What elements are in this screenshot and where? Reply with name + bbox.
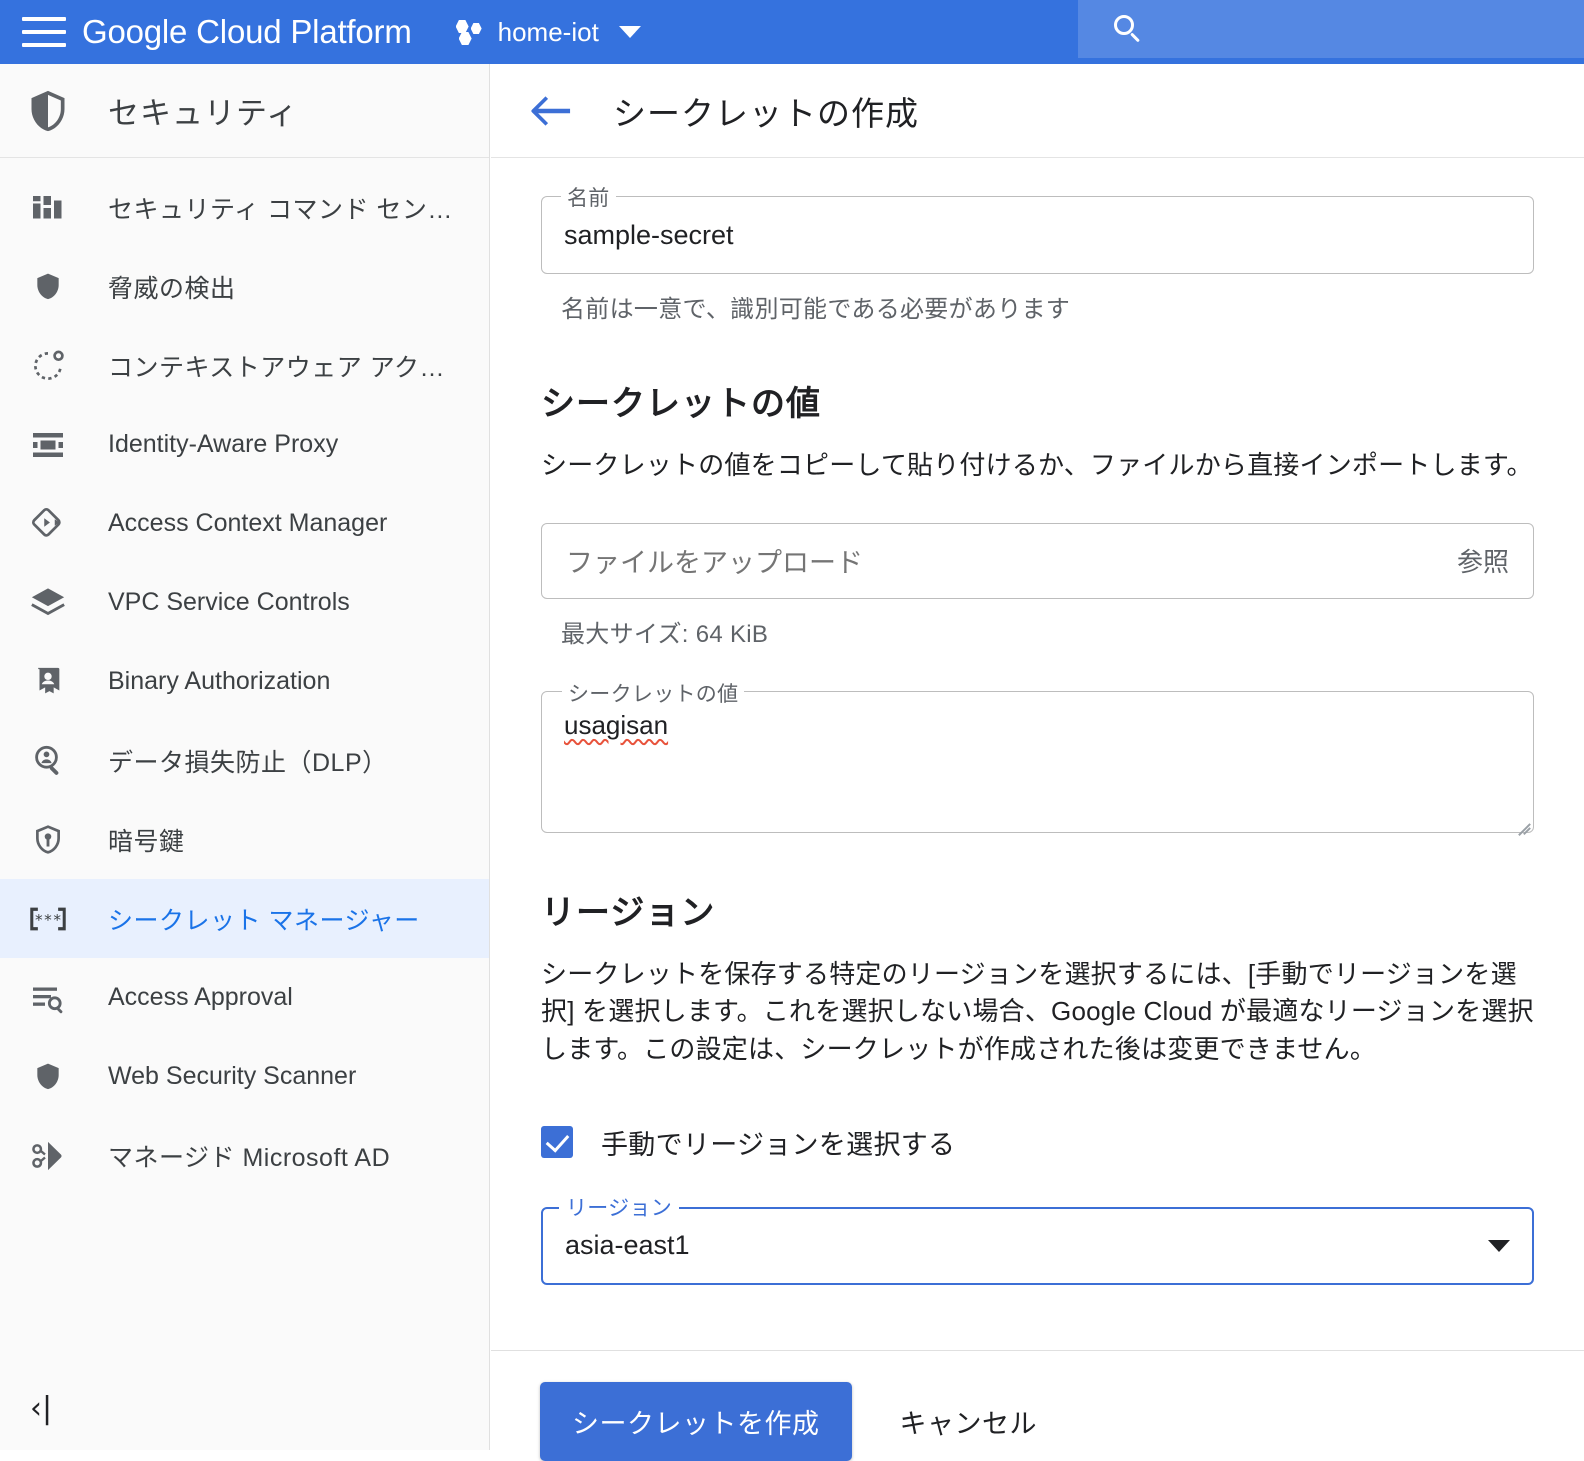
chevron-down-icon <box>1488 1239 1510 1252</box>
sidebar-header: セキュリティ <box>0 64 489 158</box>
region-select-field[interactable]: リージョン asia-east1 <box>541 1191 1534 1285</box>
sidebar-item-access-context-manager[interactable]: Access Context Manager <box>0 484 489 563</box>
shield-icon <box>22 88 74 134</box>
action-divider <box>491 1350 1584 1351</box>
sidebar-item-web-security-scanner[interactable]: Web Security Scanner <box>0 1037 489 1116</box>
proxy-icon <box>22 427 74 463</box>
layers-diamond-icon <box>22 584 74 622</box>
badge-person-icon <box>22 665 74 699</box>
svg-text:***: *** <box>34 910 61 928</box>
sidebar-item-label: Binary Authorization <box>108 667 331 695</box>
browse-button[interactable]: 参照 <box>1457 542 1509 579</box>
search-input[interactable] <box>1078 0 1584 58</box>
resize-handle-icon[interactable] <box>1512 811 1531 836</box>
sidebar-item-label: Web Security Scanner <box>108 1062 357 1090</box>
sidebar-item-label: Identity-Aware Proxy <box>108 430 339 458</box>
top-app-bar: Google Cloud Platform home-iot <box>0 0 1584 64</box>
project-name: home-iot <box>497 16 599 47</box>
back-arrow-icon[interactable] <box>529 94 573 128</box>
sidebar-item-dlp[interactable]: データ損失防止（DLP） <box>0 721 489 800</box>
sidebar-item-label: Access Approval <box>108 983 293 1011</box>
manual-region-checkbox[interactable] <box>541 1126 573 1159</box>
sidebar-item-label: データ損失防止（DLP） <box>108 748 388 777</box>
file-upload-field[interactable]: ファイルをアップロード 参照 <box>541 522 1534 599</box>
secret-value-heading: シークレットの値 <box>541 385 821 423</box>
sidebar-item-label: 暗号鍵 <box>108 827 185 856</box>
sidebar-item-identity-aware-proxy[interactable]: Identity-Aware Proxy <box>0 405 489 484</box>
main-content: シークレットの作成 名前 sample-secret 名前は一意で、識別可能であ… <box>491 64 1584 1461</box>
secret-name-hint: 名前は一意で、識別可能である必要があります <box>561 296 1071 323</box>
sidebar: セキュリティ セキュリティ コマンド セン… 脅威の検出 コンテキストアウェア <box>0 64 490 1450</box>
secret-value-textarea-wrapper: シークレットの値 usagisan <box>541 677 1534 836</box>
create-secret-button[interactable]: シークレットを作成 <box>540 1382 852 1461</box>
sidebar-item-vpc-service-controls[interactable]: VPC Service Controls <box>0 563 489 642</box>
person-search-icon <box>22 743 74 779</box>
manual-region-checkbox-row[interactable]: 手動でリージョンを選択する <box>541 1123 1534 1162</box>
secret-value-description: シークレットの値をコピーして貼り付けるか、ファイルから直接インポートします。 <box>541 450 1533 480</box>
shield-icon <box>22 1061 74 1093</box>
sidebar-item-label: シークレット マネージャー <box>108 906 420 935</box>
context-circle-icon <box>22 348 74 384</box>
sidebar-item-managed-microsoft-ad[interactable]: マネージド Microsoft AD <box>0 1116 489 1195</box>
cancel-button[interactable]: キャンセル <box>894 1401 1044 1442</box>
manual-region-checkbox-label: 手動でリージョンを選択する <box>601 1129 956 1160</box>
sidebar-item-label: セキュリティ コマンド セン… <box>108 195 453 224</box>
sidebar-item-context-aware-access[interactable]: コンテキストアウェア アク… <box>0 326 489 405</box>
sidebar-item-label: VPC Service Controls <box>108 588 350 616</box>
brand-title: Google Cloud Platform <box>82 13 412 50</box>
sidebar-item-label: Access Context Manager <box>108 509 388 537</box>
secret-name-field[interactable]: 名前 sample-secret <box>541 182 1534 274</box>
create-secret-form: 名前 sample-secret 名前は一意で、識別可能である必要があります シ… <box>491 182 1584 1285</box>
region-select-value: asia-east1 <box>565 1230 690 1261</box>
page-header: シークレットの作成 <box>491 64 1584 158</box>
sidebar-item-encryption-keys[interactable]: 暗号鍵 <box>0 800 489 879</box>
chevron-down-icon <box>618 26 641 38</box>
secret-value-text: usagisan <box>564 709 669 740</box>
hamburger-menu-icon[interactable] <box>22 17 66 47</box>
search-icon <box>1114 15 1142 43</box>
max-size-hint: 最大サイズ: 64 KiB <box>561 620 769 648</box>
region-description: シークレットを保存する特定のリージョンを選択するには、[手動でリージョンを選択]… <box>541 958 1534 1065</box>
form-actions: シークレットを作成 キャンセル <box>540 1382 1043 1461</box>
collapse-panel-icon[interactable]: ‹| <box>30 1394 52 1424</box>
region-heading: リージョン <box>541 893 716 932</box>
sidebar-item-secret-manager[interactable]: *** シークレット マネージャー <box>0 879 489 958</box>
secret-name-label: 名前 <box>561 182 616 212</box>
asterisk-brackets-icon: *** <box>22 905 74 933</box>
sidebar-item-access-approval[interactable]: Access Approval <box>0 958 489 1037</box>
sidebar-item-label: コンテキストアウェア アク… <box>108 353 445 382</box>
secret-name-value: sample-secret <box>564 219 734 250</box>
project-hexagons-icon <box>455 19 486 45</box>
shield-small-icon <box>22 271 74 303</box>
dashboard-bars-icon <box>22 190 74 226</box>
secret-value-textarea[interactable]: シークレットの値 usagisan <box>541 677 1534 836</box>
project-selector[interactable]: home-iot <box>450 9 647 55</box>
sidebar-item-security-command-center[interactable]: セキュリティ コマンド セン… <box>0 168 489 247</box>
sidebar-item-label: マネージド Microsoft AD <box>108 1143 391 1172</box>
sidebar-item-threat-detection[interactable]: 脅威の検出 <box>0 247 489 326</box>
page-title: シークレットの作成 <box>613 94 919 132</box>
shield-key-icon <box>22 823 74 857</box>
sidebar-title: セキュリティ <box>108 96 299 131</box>
diamond-arrow-icon <box>22 506 74 542</box>
sidebar-item-binary-authorization[interactable]: Binary Authorization <box>0 642 489 721</box>
region-select-label: リージョン <box>559 1191 680 1222</box>
secret-value-textarea-label: シークレットの値 <box>562 677 745 708</box>
sidebar-nav: セキュリティ コマンド セン… 脅威の検出 コンテキストアウェア アク… Ide… <box>0 158 489 1195</box>
active-directory-icon <box>22 1138 74 1174</box>
list-search-icon <box>22 980 74 1016</box>
sidebar-item-label: 脅威の検出 <box>108 274 236 303</box>
file-upload-placeholder: ファイルをアップロード <box>566 548 863 579</box>
